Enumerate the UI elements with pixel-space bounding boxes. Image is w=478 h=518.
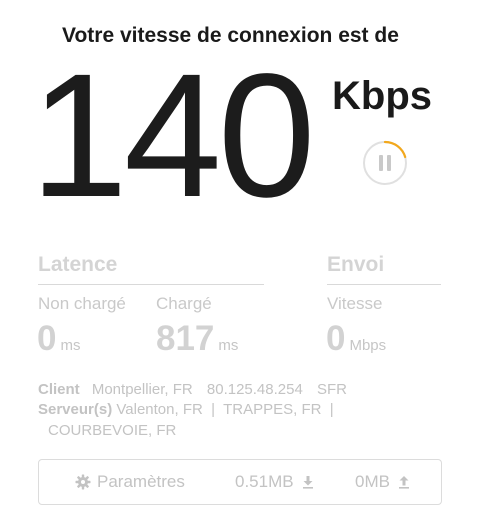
pause-icon [363, 140, 407, 185]
settings-button[interactable]: Paramètres [75, 472, 185, 492]
footer-bar: Paramètres 0.51MB 0MB [38, 459, 442, 505]
latency-title: Latence [38, 253, 118, 276]
upload-speed-label: Vitesse [327, 294, 383, 313]
upload-speed: 0 Mbps [326, 319, 386, 359]
download-icon [302, 476, 313, 489]
speed-value: 140 [30, 38, 316, 234]
server-list: Valenton, FR | TRAPPES, FR | [116, 401, 334, 418]
speed-unit: Kbps [332, 74, 432, 118]
download-total: 0.51MB [235, 472, 314, 492]
loaded-latency: 817 ms [156, 319, 238, 359]
upload-speed-value: 0 [326, 319, 346, 358]
unloaded-latency-value: 0 [37, 319, 57, 358]
client-location: Montpellier, FR [91, 381, 193, 398]
upload-total: 0MB [355, 472, 410, 492]
server-list-continued: COURBEVOIE, FR [48, 422, 177, 439]
download-total-value: 0.51MB [235, 472, 294, 491]
server-label: Serveur(s) [38, 401, 113, 418]
gear-icon [75, 474, 91, 490]
loaded-label: Chargé [156, 294, 212, 313]
latency-divider [38, 284, 264, 285]
settings-label: Paramètres [97, 472, 185, 491]
pause-button[interactable] [362, 140, 408, 186]
loaded-latency-unit: ms [218, 337, 239, 354]
upload-total-value: 0MB [355, 472, 390, 491]
unloaded-label: Non chargé [38, 294, 126, 313]
client-info: Client Montpellier, FR 80.125.48.254 SFR [38, 381, 347, 398]
loaded-latency-value: 817 [156, 319, 215, 358]
server-info: Serveur(s) Valenton, FR | TRAPPES, FR | [38, 401, 334, 418]
client-ip: 80.125.48.254 [206, 381, 303, 398]
upload-icon [398, 476, 409, 489]
client-label: Client [38, 381, 80, 398]
upload-divider [327, 284, 441, 285]
client-isp: SFR [317, 381, 347, 398]
unloaded-latency: 0 ms [37, 319, 80, 359]
unloaded-latency-unit: ms [60, 337, 81, 354]
upload-speed-unit: Mbps [349, 337, 387, 354]
upload-title: Envoi [327, 253, 385, 276]
